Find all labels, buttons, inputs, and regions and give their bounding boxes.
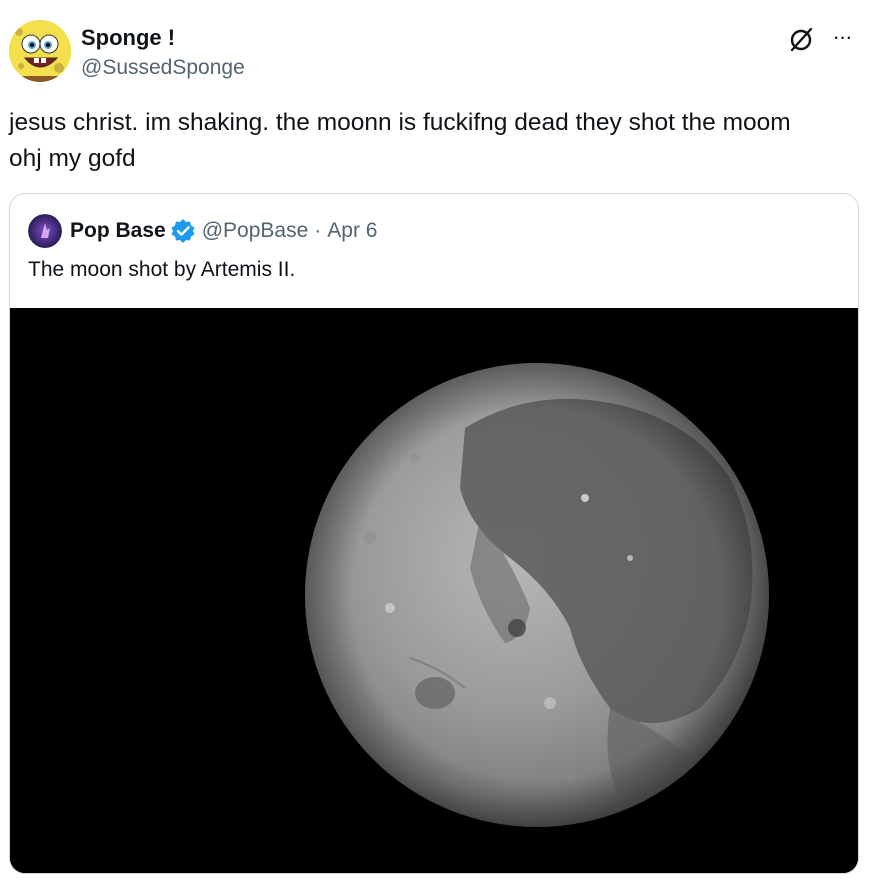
quoted-tweet-text: The moon shot by Artemis II. (28, 258, 296, 281)
more-options-icon[interactable]: ··· (826, 23, 858, 51)
quoted-tweet[interactable]: Pop Base @PopBase · Apr 6 The moon shot … (9, 193, 859, 874)
pop-base-avatar-icon[interactable] (28, 214, 62, 248)
tweet[interactable]: Sponge ! @SussedSponge ··· jesus christ.… (0, 0, 870, 880)
author-handle[interactable]: @SussedSponge (81, 54, 245, 82)
quoted-tweet-date[interactable]: Apr 6 (327, 219, 377, 243)
author-name[interactable]: Sponge ! (81, 24, 175, 52)
spongebob-avatar-icon[interactable] (9, 20, 71, 82)
quoted-author-handle[interactable]: @PopBase (202, 219, 309, 243)
grok-icon[interactable] (786, 25, 816, 55)
moon-photo[interactable] (10, 308, 858, 873)
separator-dot: · (314, 219, 322, 242)
tweet-text: jesus christ. im shaking. the moonn is f… (9, 109, 791, 172)
quoted-tweet-header: Pop Base @PopBase · Apr 6 (28, 214, 377, 248)
quoted-author-name[interactable]: Pop Base (70, 219, 166, 243)
verified-badge-icon (170, 218, 196, 244)
